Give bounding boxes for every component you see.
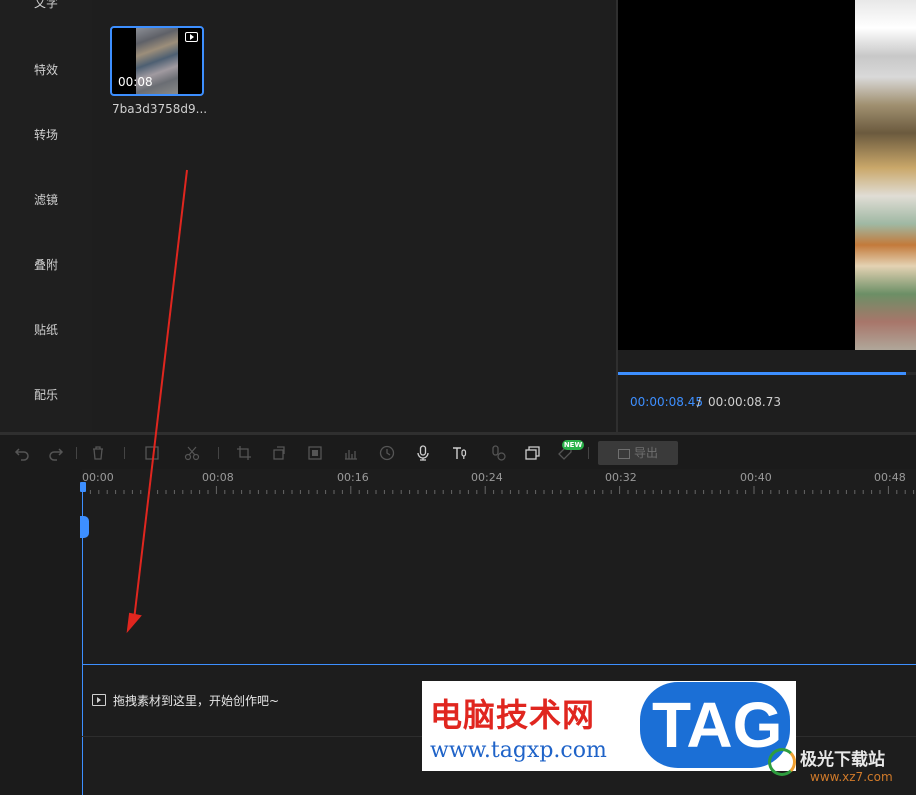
speed-icon[interactable] <box>379 445 395 461</box>
sidebar-item-transitions[interactable]: 转场 <box>0 126 92 143</box>
clip-duration: 00:08 <box>118 75 153 89</box>
watermark2-site-url: www.xz7.com <box>810 770 893 784</box>
microphone-icon[interactable] <box>415 445 431 461</box>
sidebar-item-music[interactable]: 配乐 <box>0 386 92 403</box>
preview-video-frame <box>855 0 916 350</box>
media-library-panel: 00:08 7ba3d3758d9... <box>92 0 616 432</box>
total-time: 00:00:08.73 <box>708 395 781 409</box>
redo-icon[interactable] <box>48 445 64 461</box>
preview-progress-bar[interactable] <box>618 372 916 375</box>
crop-icon[interactable] <box>236 445 252 461</box>
export-icon <box>617 448 630 459</box>
time-separator: / <box>697 395 702 409</box>
export-button-label: 导出 <box>633 446 658 460</box>
delete-icon[interactable] <box>90 445 106 461</box>
timeline-track-headers <box>0 469 82 795</box>
ruler-label: 00:32 <box>605 471 637 484</box>
clip-filename: 7ba3d3758d9... <box>112 102 208 116</box>
sidebar-item-overlays[interactable]: 叠附 <box>0 256 92 273</box>
rotate-icon[interactable] <box>271 445 287 461</box>
watermark2-site-name: 极光下载站 <box>800 750 885 770</box>
ruler-label: 00:48 <box>874 471 906 484</box>
sidebar-item-text[interactable]: 文字 <box>0 0 92 11</box>
ruler-label: 00:40 <box>740 471 772 484</box>
sidebar-item-effects[interactable]: 特效 <box>0 61 92 78</box>
text-to-speech-icon[interactable] <box>452 445 468 461</box>
sidebar: 文字 特效 转场 滤镜 叠附 贴纸 配乐 <box>0 0 92 432</box>
watermark-site-url: www.tagxp.com <box>430 738 607 763</box>
new-badge: NEW <box>562 440 584 450</box>
current-time: 00:00:08.45 <box>630 395 703 409</box>
sidebar-item-filters[interactable]: 滤镜 <box>0 191 92 208</box>
ruler-ticks <box>82 486 915 494</box>
export-button[interactable]: 导出 <box>598 441 678 465</box>
playhead-marker[interactable] <box>80 482 86 492</box>
cut-icon[interactable] <box>184 445 200 461</box>
sidebar-item-stickers[interactable]: 贴纸 <box>0 321 92 338</box>
watermark-logo-icon <box>768 748 796 776</box>
playhead-handle[interactable] <box>80 516 89 538</box>
video-type-icon <box>185 32 198 42</box>
watermark-tag-text: TAG <box>652 689 783 761</box>
ruler-label: 00:16 <box>337 471 369 484</box>
edit-toolbar: NEW 导出 <box>0 435 916 469</box>
media-clip-thumbnail[interactable]: 00:08 <box>110 26 204 96</box>
split-icon[interactable] <box>144 445 160 461</box>
preview-controls <box>618 350 916 434</box>
main-track-border <box>82 664 916 665</box>
preview-progress-fill <box>618 372 907 375</box>
undo-icon[interactable] <box>14 445 30 461</box>
ruler-label: 00:24 <box>471 471 503 484</box>
speech-to-text-icon[interactable] <box>490 445 506 461</box>
layers-icon[interactable] <box>525 445 541 461</box>
audio-icon[interactable] <box>343 445 359 461</box>
ruler-label: 00:08 <box>202 471 234 484</box>
mosaic-icon[interactable] <box>307 445 323 461</box>
ruler-label: 00:00 <box>82 471 114 484</box>
preview-canvas <box>618 0 916 350</box>
watermark-site-name: 电脑技术网 <box>430 696 596 734</box>
drop-hint: 拖拽素材到这里，开始创作吧~ <box>113 694 280 708</box>
video-track-icon <box>92 694 106 706</box>
